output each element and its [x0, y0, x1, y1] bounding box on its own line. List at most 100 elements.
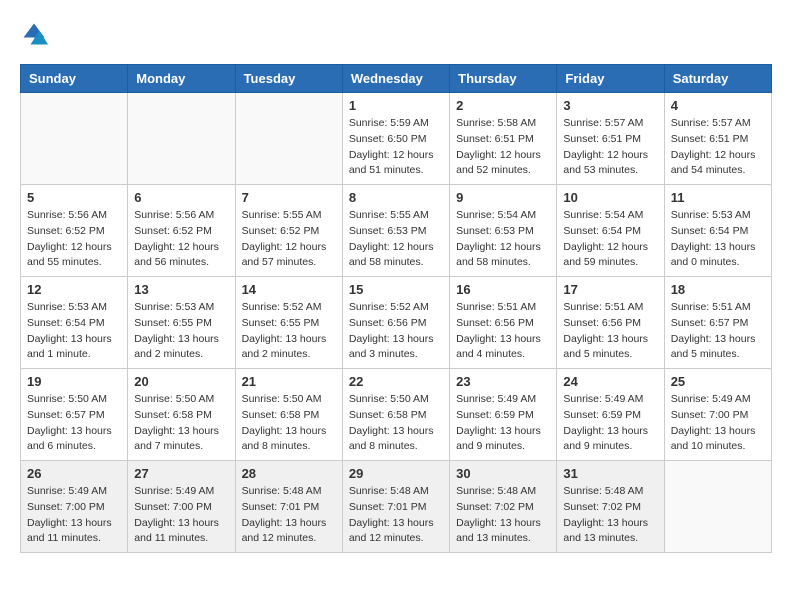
day-number: 28: [242, 466, 336, 481]
day-number: 22: [349, 374, 443, 389]
calendar-cell: 31 Sunrise: 5:48 AM Sunset: 7:02 PM Dayli…: [557, 461, 664, 553]
cell-info: Sunrise: 5:57 AM Sunset: 6:51 PM Dayligh…: [563, 116, 657, 179]
calendar-table: SundayMondayTuesdayWednesdayThursdayFrid…: [20, 64, 772, 553]
day-number: 1: [349, 98, 443, 113]
cell-info: Sunrise: 5:53 AM Sunset: 6:54 PM Dayligh…: [671, 208, 765, 271]
calendar-cell: 2 Sunrise: 5:58 AM Sunset: 6:51 PM Daylig…: [450, 93, 557, 185]
weekday-header: Sunday: [21, 65, 128, 93]
calendar-week-row: 5 Sunrise: 5:56 AM Sunset: 6:52 PM Daylig…: [21, 185, 772, 277]
day-number: 3: [563, 98, 657, 113]
header: [20, 20, 772, 48]
calendar-cell: 12 Sunrise: 5:53 AM Sunset: 6:54 PM Dayli…: [21, 277, 128, 369]
calendar-cell: 6Sunrise: 5:56 AM Sunset: 6:52 PM Daylig…: [128, 185, 235, 277]
cell-info: Sunrise: 5:52 AM Sunset: 6:56 PM Dayligh…: [349, 300, 443, 363]
day-number: 12: [27, 282, 121, 297]
day-number: 30: [456, 466, 550, 481]
cell-info: Sunrise: 5:59 AM Sunset: 6:50 PM Dayligh…: [349, 116, 443, 179]
calendar-cell: 16 Sunrise: 5:51 AM Sunset: 6:56 PM Dayli…: [450, 277, 557, 369]
day-number: 16: [456, 282, 550, 297]
calendar-cell: 8 Sunrise: 5:55 AM Sunset: 6:53 PM Daylig…: [342, 185, 449, 277]
calendar-week-row: 26Sunrise: 5:49 AM Sunset: 7:00 PM Dayli…: [21, 461, 772, 553]
day-number: 10: [563, 190, 657, 205]
calendar-cell: 11 Sunrise: 5:53 AM Sunset: 6:54 PM Dayli…: [664, 185, 771, 277]
calendar-cell: 27 Sunrise: 5:49 AM Sunset: 7:00 PM Dayli…: [128, 461, 235, 553]
day-number: 2: [456, 98, 550, 113]
calendar-cell: [235, 93, 342, 185]
cell-info: Sunrise: 5:50 AM Sunset: 6:58 PM Dayligh…: [242, 392, 336, 455]
cell-info: Sunrise: 5:54 AM Sunset: 6:53 PM Dayligh…: [456, 208, 550, 271]
cell-info: Sunrise: 5:53 AM Sunset: 6:54 PM Dayligh…: [27, 300, 121, 363]
weekday-header-row: SundayMondayTuesdayWednesdayThursdayFrid…: [21, 65, 772, 93]
cell-info: Sunrise: 5:48 AM Sunset: 7:01 PM Dayligh…: [242, 484, 336, 547]
day-number: 29: [349, 466, 443, 481]
day-number: 6: [134, 190, 228, 205]
cell-info: Sunrise: 5:51 AM Sunset: 6:57 PM Dayligh…: [671, 300, 765, 363]
calendar-cell: 21Sunrise: 5:50 AM Sunset: 6:58 PM Dayli…: [235, 369, 342, 461]
day-number: 18: [671, 282, 765, 297]
calendar-cell: 7 Sunrise: 5:55 AM Sunset: 6:52 PM Daylig…: [235, 185, 342, 277]
day-number: 14: [242, 282, 336, 297]
day-number: 25: [671, 374, 765, 389]
calendar-cell: 14 Sunrise: 5:52 AM Sunset: 6:55 PM Dayli…: [235, 277, 342, 369]
calendar-cell: 19 Sunrise: 5:50 AM Sunset: 6:57 PM Dayli…: [21, 369, 128, 461]
cell-info: Sunrise: 5:55 AM Sunset: 6:53 PM Dayligh…: [349, 208, 443, 271]
day-number: 19: [27, 374, 121, 389]
day-number: 27: [134, 466, 228, 481]
calendar-cell: 4 Sunrise: 5:57 AM Sunset: 6:51 PM Daylig…: [664, 93, 771, 185]
calendar-cell: 20 Sunrise: 5:50 AM Sunset: 6:58 PM Dayli…: [128, 369, 235, 461]
day-number: 7: [242, 190, 336, 205]
calendar-week-row: 1 Sunrise: 5:59 AM Sunset: 6:50 PM Daylig…: [21, 93, 772, 185]
cell-info: Sunrise: 5:53 AM Sunset: 6:55 PM Dayligh…: [134, 300, 228, 363]
calendar-cell: 15 Sunrise: 5:52 AM Sunset: 6:56 PM Dayli…: [342, 277, 449, 369]
day-number: 17: [563, 282, 657, 297]
day-number: 8: [349, 190, 443, 205]
cell-info: Sunrise: 5:48 AM Sunset: 7:02 PM Dayligh…: [456, 484, 550, 547]
cell-info: Sunrise: 5:52 AM Sunset: 6:55 PM Dayligh…: [242, 300, 336, 363]
calendar-cell: [128, 93, 235, 185]
calendar-cell: 24Sunrise: 5:49 AM Sunset: 6:59 PM Dayli…: [557, 369, 664, 461]
day-number: 13: [134, 282, 228, 297]
calendar-cell: 9 Sunrise: 5:54 AM Sunset: 6:53 PM Daylig…: [450, 185, 557, 277]
cell-info: Sunrise: 5:49 AM Sunset: 7:00 PM Dayligh…: [671, 392, 765, 455]
cell-info: Sunrise: 5:49 AM Sunset: 6:59 PM Dayligh…: [563, 392, 657, 455]
day-number: 23: [456, 374, 550, 389]
calendar-cell: 17 Sunrise: 5:51 AM Sunset: 6:56 PM Dayli…: [557, 277, 664, 369]
cell-info: Sunrise: 5:49 AM Sunset: 7:00 PM Dayligh…: [27, 484, 121, 547]
calendar-cell: 26Sunrise: 5:49 AM Sunset: 7:00 PM Dayli…: [21, 461, 128, 553]
logo: [20, 20, 52, 48]
calendar-week-row: 19 Sunrise: 5:50 AM Sunset: 6:57 PM Dayli…: [21, 369, 772, 461]
day-number: 9: [456, 190, 550, 205]
calendar-cell: [21, 93, 128, 185]
cell-info: Sunrise: 5:48 AM Sunset: 7:02 PM Dayligh…: [563, 484, 657, 547]
day-number: 31: [563, 466, 657, 481]
cell-info: Sunrise: 5:51 AM Sunset: 6:56 PM Dayligh…: [456, 300, 550, 363]
day-number: 4: [671, 98, 765, 113]
cell-info: Sunrise: 5:55 AM Sunset: 6:52 PM Dayligh…: [242, 208, 336, 271]
weekday-header: Wednesday: [342, 65, 449, 93]
weekday-header: Friday: [557, 65, 664, 93]
calendar-cell: 28 Sunrise: 5:48 AM Sunset: 7:01 PM Dayli…: [235, 461, 342, 553]
day-number: 5: [27, 190, 121, 205]
day-number: 15: [349, 282, 443, 297]
cell-info: Sunrise: 5:50 AM Sunset: 6:58 PM Dayligh…: [349, 392, 443, 455]
logo-icon: [20, 20, 48, 48]
weekday-header: Monday: [128, 65, 235, 93]
calendar-cell: 1 Sunrise: 5:59 AM Sunset: 6:50 PM Daylig…: [342, 93, 449, 185]
cell-info: Sunrise: 5:57 AM Sunset: 6:51 PM Dayligh…: [671, 116, 765, 179]
cell-info: Sunrise: 5:51 AM Sunset: 6:56 PM Dayligh…: [563, 300, 657, 363]
day-number: 11: [671, 190, 765, 205]
cell-info: Sunrise: 5:56 AM Sunset: 6:52 PM Dayligh…: [27, 208, 121, 271]
cell-info: Sunrise: 5:58 AM Sunset: 6:51 PM Dayligh…: [456, 116, 550, 179]
calendar-cell: 10 Sunrise: 5:54 AM Sunset: 6:54 PM Dayli…: [557, 185, 664, 277]
weekday-header: Saturday: [664, 65, 771, 93]
weekday-header: Thursday: [450, 65, 557, 93]
cell-info: Sunrise: 5:54 AM Sunset: 6:54 PM Dayligh…: [563, 208, 657, 271]
day-number: 20: [134, 374, 228, 389]
cell-info: Sunrise: 5:50 AM Sunset: 6:57 PM Dayligh…: [27, 392, 121, 455]
calendar-cell: 13 Sunrise: 5:53 AM Sunset: 6:55 PM Dayli…: [128, 277, 235, 369]
calendar-cell: 30 Sunrise: 5:48 AM Sunset: 7:02 PM Dayli…: [450, 461, 557, 553]
calendar-cell: 29Sunrise: 5:48 AM Sunset: 7:01 PM Dayli…: [342, 461, 449, 553]
calendar-cell: 3 Sunrise: 5:57 AM Sunset: 6:51 PM Daylig…: [557, 93, 664, 185]
cell-info: Sunrise: 5:49 AM Sunset: 7:00 PM Dayligh…: [134, 484, 228, 547]
cell-info: Sunrise: 5:50 AM Sunset: 6:58 PM Dayligh…: [134, 392, 228, 455]
